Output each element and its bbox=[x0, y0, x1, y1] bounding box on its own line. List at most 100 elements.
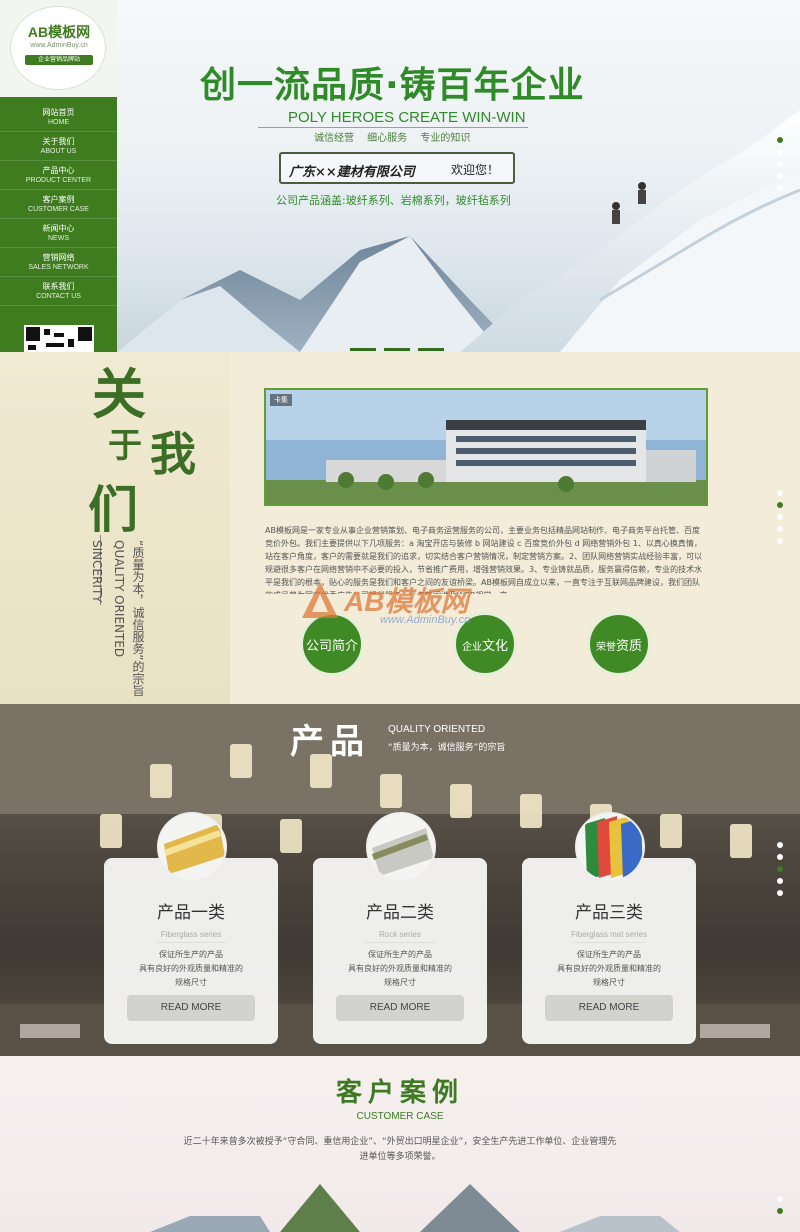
desc-line: 规格尺寸 bbox=[384, 978, 416, 987]
product-image bbox=[366, 812, 436, 882]
cases-title: 客户案例 bbox=[335, 1078, 464, 1108]
logo-badge: AB模板网 www.AdminBuy.cn 企业营销品牌站 bbox=[10, 6, 106, 90]
button-label: 文化 bbox=[481, 639, 508, 654]
section-dot[interactable] bbox=[777, 842, 783, 848]
section-dot[interactable] bbox=[777, 185, 783, 191]
section-dot[interactable] bbox=[777, 502, 783, 508]
desc-line: 具有良好的外观质量和精准的 bbox=[139, 964, 243, 973]
nav-item-sales[interactable]: 营销网络 SALES NETWORK bbox=[0, 248, 117, 277]
product-name: 产品一类 bbox=[157, 903, 225, 923]
divider bbox=[258, 127, 528, 128]
section-dot[interactable] bbox=[777, 490, 783, 496]
read-more-button[interactable]: READ MORE bbox=[336, 995, 464, 1021]
about-title-char: 于 bbox=[108, 426, 142, 466]
desc-line: 规格尺寸 bbox=[593, 978, 625, 987]
divider bbox=[365, 942, 435, 943]
nav-item-cases[interactable]: 客户案例 CUSTOMER CASE bbox=[0, 190, 117, 219]
product-name-en: Fiberglass mat series bbox=[570, 930, 648, 939]
company-name: 广东××建材有限公司 bbox=[289, 165, 415, 180]
logo-tag: 企业营销品牌站 bbox=[25, 55, 93, 65]
main-nav: 网站首页 HOME 关于我们 ABOUT US 产品中心 PRODUCT CENTER… bbox=[0, 103, 117, 306]
product-description: 保证所生产的产品 具有良好的外观质量和精准的 规格尺寸 bbox=[522, 948, 696, 990]
watermark-url: www.AdminBuy.cn bbox=[380, 614, 471, 626]
product-name: 产品二类 bbox=[366, 903, 434, 923]
section-dots bbox=[777, 842, 783, 902]
about-title-char: 们 bbox=[88, 480, 138, 539]
cases-description: 近二十年来曾多次被授予“守合同、重信用企业”、“外贸出口明星企业”，安全生产先进… bbox=[183, 1137, 617, 1162]
product-card[interactable]: 产品三类 Fiberglass mat series 保证所生产的产品 具有良好… bbox=[522, 812, 696, 1044]
hero-slogans: 诚信经营 细心服务 专业的知识 bbox=[314, 133, 471, 144]
section-dot[interactable] bbox=[777, 890, 783, 896]
hero-subtitle-en: POLY HEROES CREATE WIN-WIN bbox=[288, 109, 526, 126]
section-dot[interactable] bbox=[777, 1196, 783, 1202]
slide-tab[interactable] bbox=[384, 348, 410, 351]
section-dot[interactable] bbox=[777, 161, 783, 167]
qr-code-icon bbox=[24, 325, 94, 352]
nav-item-news[interactable]: 新闻中心 NEWS bbox=[0, 219, 117, 248]
product-image bbox=[575, 812, 645, 882]
nav-label-cn: 关于我们 bbox=[42, 137, 75, 146]
slide-tab[interactable] bbox=[418, 348, 444, 351]
nav-item-contact[interactable]: 联系我们 CONTACT US bbox=[0, 277, 117, 306]
nav-label-en: ABOUT US bbox=[40, 148, 77, 155]
nav-item-home[interactable]: 网站首页 HOME bbox=[0, 103, 117, 132]
logo-area[interactable]: AB模板网 www.AdminBuy.cn 企业营销品牌站 bbox=[0, 0, 117, 97]
slide-tab[interactable] bbox=[350, 348, 376, 351]
honor-qualification-button[interactable]: 荣誉资质 bbox=[587, 612, 651, 676]
about-title-char: 我 bbox=[150, 427, 196, 481]
product-card[interactable]: 产品一类 Fiberglass series 保证所生产的产品 具有良好的外观质… bbox=[104, 812, 278, 1044]
section-dot[interactable] bbox=[777, 878, 783, 884]
desc-line: 保证所生产的产品 bbox=[368, 950, 432, 959]
desc-line: 保证所生产的产品 bbox=[577, 950, 641, 959]
desc-line: 具有良好的外观质量和精准的 bbox=[557, 964, 661, 973]
nav-label-en: HOME bbox=[48, 119, 69, 126]
slider-tabs bbox=[350, 336, 452, 352]
sidebar: AB模板网 www.AdminBuy.cn 企业营销品牌站 网站首页 HOME 关… bbox=[0, 0, 117, 352]
section-dot[interactable] bbox=[777, 854, 783, 860]
logo-url: www.AdminBuy.cn bbox=[30, 42, 88, 49]
product-name-en: Fiberglass series bbox=[160, 930, 222, 939]
read-more-button[interactable]: READ MORE bbox=[127, 995, 255, 1021]
product-name: 产品三类 bbox=[575, 903, 643, 923]
company-building-photo: 卡集 bbox=[264, 388, 708, 506]
products-subtitle: “质量为本，诚信服务”的宗旨 bbox=[388, 743, 506, 753]
section-dots bbox=[777, 490, 783, 550]
section-dot[interactable] bbox=[777, 173, 783, 179]
building-image bbox=[266, 390, 706, 504]
section-dots bbox=[777, 1196, 783, 1220]
nav-label-cn: 产品中心 bbox=[42, 166, 75, 175]
welcome-text: 欢迎您！ bbox=[451, 163, 500, 177]
hero-banner: AB模板网 www.AdminBuy.cn 企业营销品牌站 网站首页 HOME 关… bbox=[0, 0, 800, 352]
read-more-button[interactable]: READ MORE bbox=[545, 995, 673, 1021]
product-card[interactable]: 产品二类 Rock series 保证所生产的产品 具有良好的外观质量和精准的 … bbox=[313, 812, 487, 1044]
nav-item-products[interactable]: 产品中心 PRODUCT CENTER bbox=[0, 161, 117, 190]
section-dots bbox=[777, 137, 783, 197]
section-dot[interactable] bbox=[777, 1208, 783, 1214]
section-dot[interactable] bbox=[777, 137, 783, 143]
company-intro-button[interactable]: 公司简介 bbox=[300, 612, 364, 676]
desc-line: 具有良好的外观质量和精准的 bbox=[348, 964, 452, 973]
divider bbox=[156, 942, 226, 943]
nav-item-about[interactable]: 关于我们 ABOUT US bbox=[0, 132, 117, 161]
about-vertical-cn: “质量为本，诚信服务”的宗旨 bbox=[131, 540, 145, 697]
nav-label-cn: 营销网络 bbox=[42, 253, 75, 262]
section-dot[interactable] bbox=[777, 538, 783, 544]
photo-tag: 卡集 bbox=[270, 394, 292, 406]
nav-label-en: CUSTOMER CASE bbox=[28, 206, 89, 213]
section-dot[interactable] bbox=[777, 514, 783, 520]
logo-text: AB模板网 bbox=[27, 24, 91, 40]
button-label-small: 企业 bbox=[461, 642, 482, 653]
nav-label-en: SALES NETWORK bbox=[28, 264, 89, 271]
product-description: 保证所生产的产品 具有良好的外观质量和精准的 规格尺寸 bbox=[104, 948, 278, 990]
about-vertical-en: QUALITY ORIENTED bbox=[112, 540, 126, 658]
product-description: 保证所生产的产品 具有良好的外观质量和精准的 规格尺寸 bbox=[313, 948, 487, 990]
section-dot[interactable] bbox=[777, 526, 783, 532]
page: AB模板网 www.AdminBuy.cn 企业营销品牌站 网站首页 HOME 关… bbox=[0, 0, 800, 1232]
nav-label-cn: 新闻中心 bbox=[42, 224, 75, 233]
nav-label-en: PRODUCT CENTER bbox=[25, 177, 92, 184]
section-dot[interactable] bbox=[777, 149, 783, 155]
section-dot[interactable] bbox=[777, 866, 783, 872]
products-title: 产品 bbox=[290, 722, 370, 762]
nav-label-cn: 网站首页 bbox=[42, 108, 75, 117]
product-series-text: 公司产品涵盖:玻纤系列、岩棉系列，玻纤毡系列 bbox=[276, 194, 511, 207]
